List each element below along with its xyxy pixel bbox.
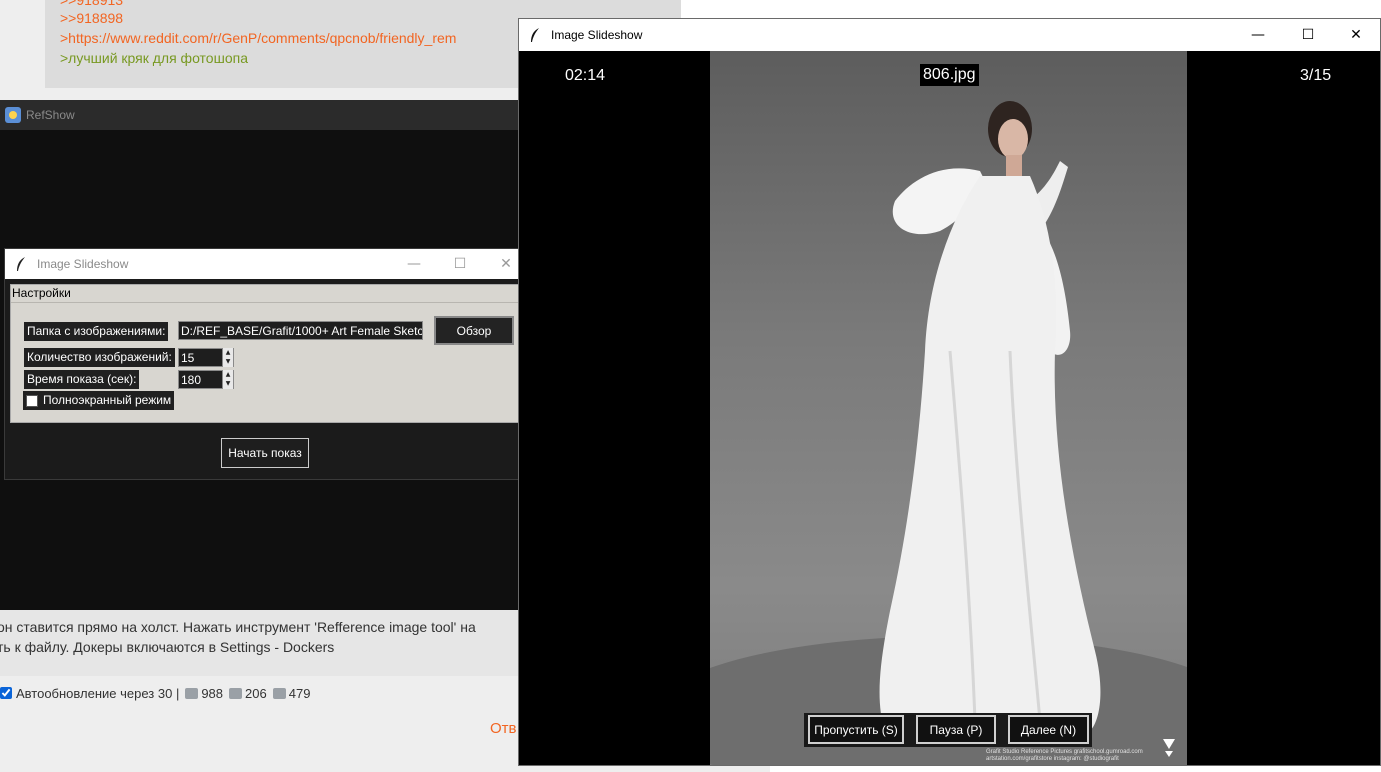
posts-count: 988 [201, 685, 224, 701]
reference-photo: Grafit Studio Reference Pictures grafits… [710, 51, 1187, 765]
folder-label: Папка с изображениями: [24, 322, 169, 341]
countdown-timer: 02:14 [565, 67, 606, 84]
grafit-logo-icon [1163, 739, 1175, 757]
next-button[interactable]: Далее (N) [1008, 715, 1089, 744]
checkbox-box[interactable] [26, 394, 38, 407]
background-white-area [681, 0, 1381, 18]
post-quote-text: >лучший кряк для фотошопа [60, 50, 248, 66]
pause-button[interactable]: Пауза (P) [916, 715, 996, 744]
spin-up-icon[interactable]: ▲ [223, 348, 233, 357]
users-count: 479 [288, 685, 311, 701]
window-title: Image Slideshow [551, 28, 643, 42]
autoupdate-label: Автообновление через 30 | [16, 685, 180, 701]
post-reply-link[interactable]: >>918898 [45, 8, 123, 28]
time-spinner[interactable]: ▲ ▼ [222, 370, 233, 389]
image-icon [229, 687, 243, 699]
spin-down-icon[interactable]: ▼ [223, 357, 233, 366]
refshow-titlebar[interactable]: RefShow [0, 100, 520, 130]
slideshow-controls: Пропустить (S) Пауза (P) Далее (N) [804, 713, 1092, 747]
slideshow-stage: Grafit Studio Reference Pictures grafits… [519, 51, 1380, 765]
feather-icon [16, 256, 26, 272]
window-title: RefShow [26, 108, 75, 122]
reply-link[interactable]: Отв [490, 720, 517, 737]
watermark-line: Grafit Studio Reference Pictures grafits… [986, 749, 1143, 755]
spin-up-icon[interactable]: ▲ [223, 370, 233, 379]
window-title: Image Slideshow [37, 257, 129, 271]
frame-divider [11, 302, 519, 303]
photo-watermark: Grafit Studio Reference Pictures grafits… [986, 749, 1143, 763]
skip-button[interactable]: Пропустить (S) [808, 715, 904, 744]
settings-dialog: Image Slideshow — ☐ ✕ Настройки Папка с … [4, 248, 520, 480]
settings-frame: Настройки Папка с изображениями: D:/REF_… [10, 284, 520, 423]
image-filename: 806.jpg [920, 64, 979, 86]
figure-illustration [879, 101, 1101, 746]
fullscreen-checkbox[interactable]: Полноэкранный режим [23, 391, 175, 410]
settings-titlebar[interactable]: Image Slideshow — ☐ ✕ [5, 249, 519, 279]
users-icon [272, 687, 286, 699]
browse-button[interactable]: Обзор [434, 316, 514, 345]
fullscreen-label: Полноэкранный режим [43, 393, 172, 407]
count-spinner[interactable]: ▲ ▼ [222, 348, 233, 367]
post-text-line: он ставится прямо на холст. Нажать инстр… [0, 619, 476, 635]
thread-stats-bar: Автообновление через 30 | 988 206 479 [0, 683, 310, 703]
close-icon[interactable]: ✕ [1333, 19, 1379, 51]
autoupdate-checkbox[interactable] [0, 687, 12, 699]
minimize-icon[interactable]: — [391, 249, 437, 279]
minimize-icon[interactable]: — [1235, 19, 1281, 51]
refshow-app-icon [5, 107, 21, 123]
start-show-button[interactable]: Начать показ [221, 438, 309, 468]
folder-path-field[interactable]: D:/REF_BASE/Grafit/1000+ Art Female Sket… [178, 321, 423, 340]
slideshow-titlebar[interactable]: Image Slideshow — ☐ ✕ [519, 19, 1380, 51]
maximize-icon[interactable]: ☐ [1285, 19, 1331, 51]
comments-icon [185, 687, 199, 699]
spin-down-icon[interactable]: ▼ [223, 379, 233, 388]
slideshow-window: Image Slideshow — ☐ ✕ Grafit Studio Refe… [518, 18, 1381, 766]
post-body-text: он ставится прямо на холст. Нажать инстр… [0, 610, 520, 676]
image-counter: 3/15 [1300, 67, 1332, 84]
time-label: Время показа (сек): [24, 370, 140, 389]
watermark-line: artstation.com/grafitstore instagram: @s… [986, 756, 1119, 762]
post-text-line: ть к файлу. Докеры включаются в Settings… [0, 639, 335, 655]
feather-icon [530, 27, 540, 43]
maximize-icon[interactable]: ☐ [437, 249, 483, 279]
post-url-link[interactable]: >https://www.reddit.com/r/GenP/comments/… [45, 28, 530, 48]
images-count: 206 [245, 685, 267, 701]
count-label: Количество изображений: [24, 348, 175, 367]
settings-frame-label: Настройки [12, 286, 71, 300]
